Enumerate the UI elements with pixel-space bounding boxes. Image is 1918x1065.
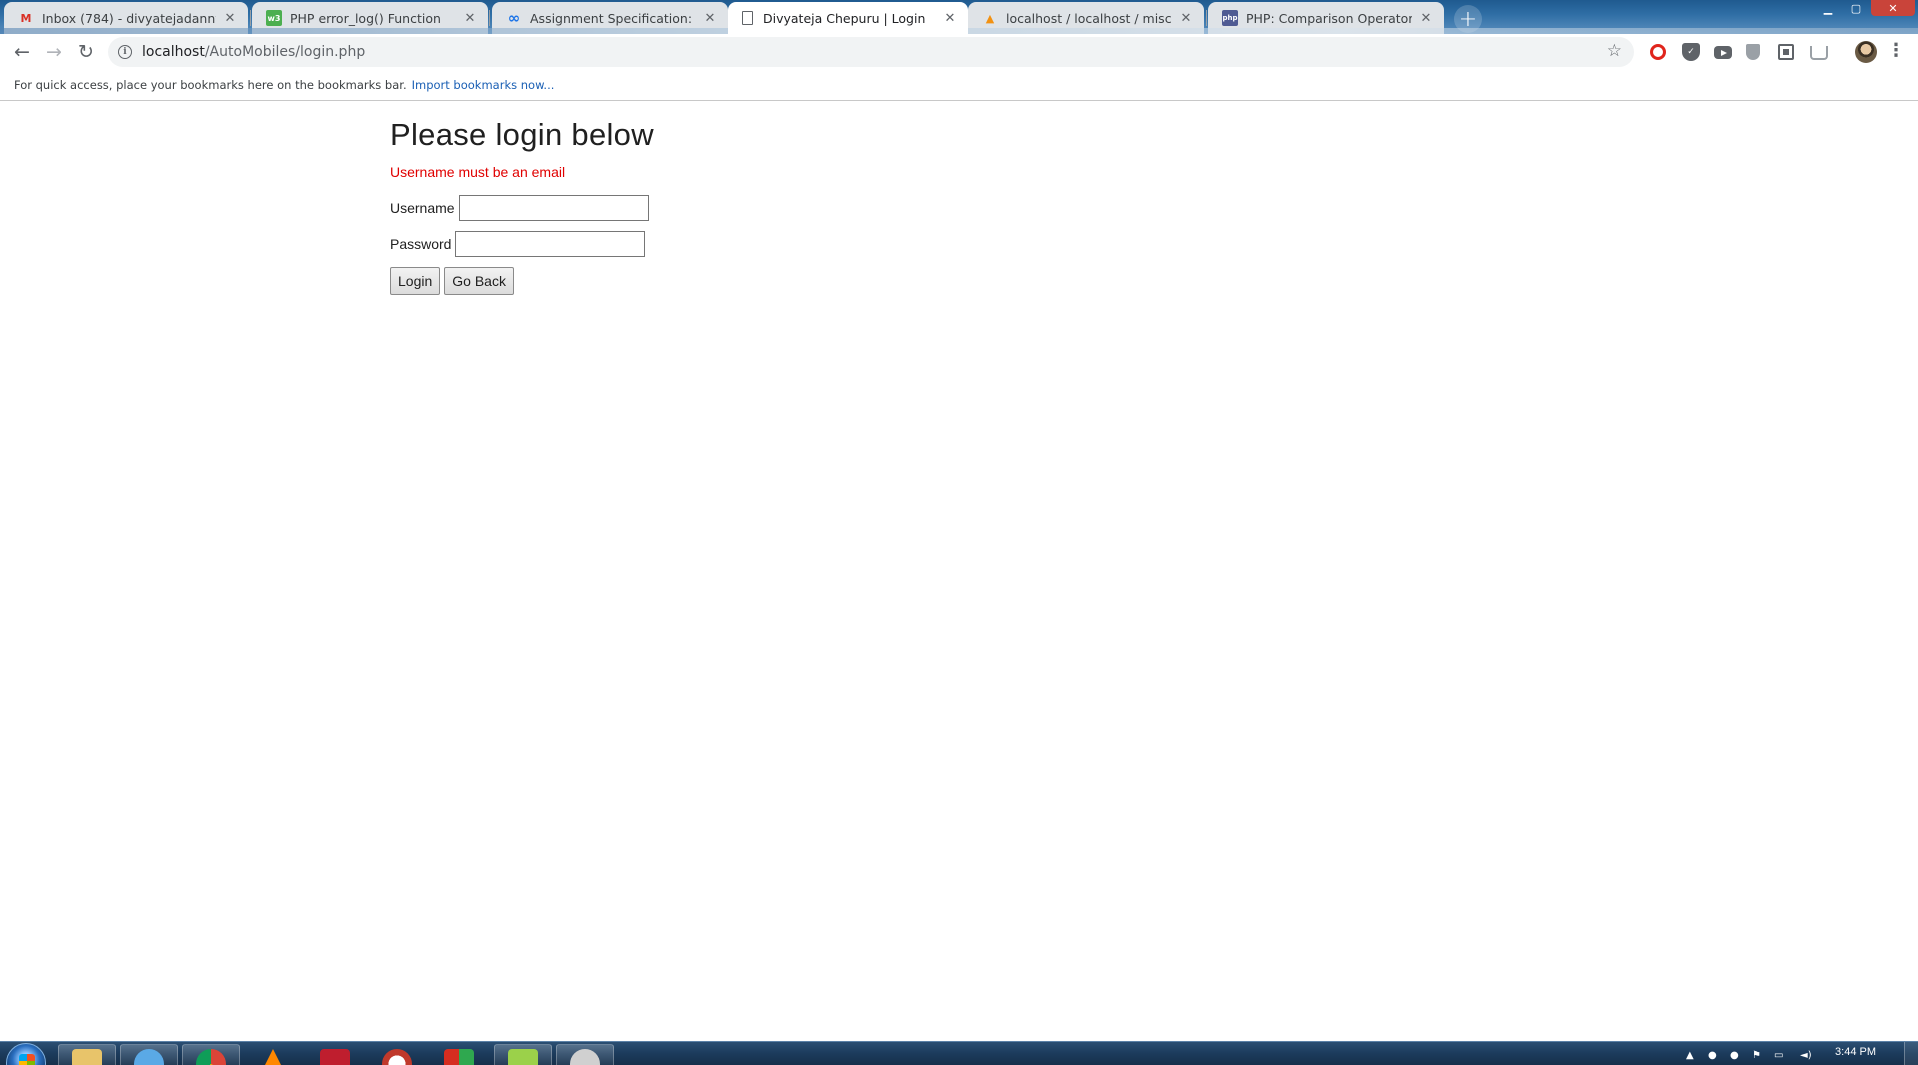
file-explorer-icon [72, 1049, 102, 1065]
xampp-icon [382, 1049, 412, 1065]
tray-app-icon[interactable]: ● [1708, 1050, 1717, 1062]
tab-close-icon[interactable]: ✕ [462, 11, 478, 26]
tab-title: Divyateja Chepuru | Login [763, 10, 926, 26]
taskbar-app[interactable] [120, 1044, 178, 1065]
tab-close-icon[interactable]: ✕ [222, 11, 238, 26]
winrar-icon [444, 1049, 474, 1065]
vlc-icon [258, 1049, 288, 1065]
tab-title: PHP: Comparison Operators - Ma [1246, 10, 1412, 26]
tab-php-error-log[interactable]: w3 PHP error_log() Function ✕ [252, 2, 488, 34]
taskbar-app[interactable] [306, 1044, 364, 1065]
password-input[interactable] [455, 231, 646, 257]
tab-title: localhost / localhost / misc / auto [1006, 10, 1172, 26]
url-path: /AutoMobiles/login.php [204, 44, 366, 60]
tab-close-icon[interactable]: ✕ [1418, 11, 1434, 26]
back-button[interactable]: ← [8, 38, 36, 66]
new-tab-button[interactable]: + [1454, 5, 1482, 33]
tab-gmail[interactable]: M Inbox (784) - divyatejadanny@gm ✕ [4, 2, 248, 34]
address-url[interactable]: localhost/AutoMobiles/login.php [142, 44, 365, 60]
shield-extension-icon[interactable] [1746, 44, 1760, 60]
taskbar-app[interactable] [556, 1044, 614, 1065]
tab-title: PHP error_log() Function [290, 10, 441, 26]
opera-extension-icon[interactable] [1650, 44, 1666, 60]
taskbar-app[interactable] [182, 1044, 240, 1065]
bookmark-star-icon[interactable]: ☆ [1607, 41, 1622, 61]
close-window-button[interactable]: ✕ [1871, 0, 1915, 16]
tab-separator [489, 10, 490, 26]
youtube-extension-icon[interactable] [1714, 46, 1732, 59]
form-buttons: Login Go Back [390, 267, 514, 295]
browser-toolbar: ← → ↻ i localhost/AutoMobiles/login.php … [0, 34, 1918, 70]
taskbar-clock[interactable]: 3:44 PM [1835, 1046, 1876, 1058]
username-label: Username [390, 200, 455, 216]
start-button[interactable] [6, 1043, 46, 1065]
phpmyadmin-icon: ▲ [985, 11, 995, 25]
tab-separator [250, 10, 251, 26]
tab-phpmyadmin[interactable]: ▲ localhost / localhost / misc / auto ✕ [968, 2, 1204, 34]
pocket-extension-icon[interactable]: ✓ [1682, 43, 1700, 61]
tab-php-comparison[interactable]: php PHP: Comparison Operators - Ma ✕ [1208, 2, 1444, 34]
taskbar-app[interactable] [244, 1044, 302, 1065]
tab-login-active[interactable]: Divyateja Chepuru | Login ✕ [728, 2, 968, 34]
password-row: Password [390, 231, 646, 257]
arrow-left-icon: ← [14, 41, 30, 63]
filezilla-icon [320, 1049, 350, 1065]
page-title: Please login below [390, 117, 654, 152]
page-content: Please login below Username must be an e… [0, 102, 1918, 1041]
tray-expand-icon[interactable]: ▲ [1686, 1050, 1694, 1062]
save-extension-icon[interactable] [1778, 44, 1794, 60]
w3schools-icon: w3 [266, 10, 282, 26]
login-button[interactable]: Login [390, 267, 441, 295]
action-center-flag-icon[interactable]: ⚑ [1752, 1050, 1761, 1062]
password-label: Password [390, 236, 452, 252]
username-row: Username [390, 195, 649, 221]
arrow-right-icon: → [46, 41, 62, 63]
chrome-icon [196, 1049, 226, 1065]
php-net-icon: php [1222, 10, 1238, 26]
coursera-link-icon: ∞ [507, 9, 521, 27]
taskbar-app[interactable] [58, 1044, 116, 1065]
site-info-icon[interactable]: i [118, 45, 132, 59]
minimize-button[interactable]: ▁ [1815, 0, 1841, 16]
maximize-button[interactable]: ▢ [1843, 0, 1869, 16]
reload-icon: ↻ [78, 41, 94, 63]
bookmarks-bar-message: For quick access, place your bookmarks h… [14, 78, 407, 92]
tab-assignment-spec[interactable]: ∞ Assignment Specification: Autos ✕ [492, 2, 728, 34]
browser-menu-icon[interactable]: ⋮ [1887, 42, 1905, 60]
profile-avatar[interactable] [1855, 41, 1877, 63]
reload-button[interactable]: ↻ [72, 38, 100, 66]
tab-title: Assignment Specification: Autos [530, 10, 696, 26]
show-desktop-button[interactable] [1904, 1042, 1918, 1065]
taskbar-app[interactable] [430, 1044, 488, 1065]
page-icon [742, 11, 753, 25]
import-bookmarks-link[interactable]: Import bookmarks now... [412, 78, 555, 92]
go-back-button[interactable]: Go Back [444, 267, 514, 295]
taskbar-app[interactable] [368, 1044, 426, 1065]
taskbar-app[interactable] [494, 1044, 552, 1065]
address-bar[interactable]: i localhost/AutoMobiles/login.php ☆ [108, 37, 1634, 67]
tab-separator [1206, 10, 1207, 26]
tab-title: Inbox (784) - divyatejadanny@gm [42, 10, 216, 26]
notepad-plus-plus-icon [508, 1049, 538, 1065]
inbox-tray-extension-icon[interactable] [1810, 46, 1828, 60]
error-message: Username must be an email [390, 164, 566, 180]
windows-taskbar: ▲ ● ● ⚑ ▭ ◄) 3:44 PM [0, 1041, 1918, 1065]
tab-close-icon[interactable]: ✕ [942, 11, 958, 26]
gmail-icon: M [20, 11, 32, 25]
tab-strip: M Inbox (784) - divyatejadanny@gm ✕ w3 P… [0, 0, 1918, 34]
network-icon[interactable]: ▭ [1774, 1050, 1783, 1062]
volume-icon[interactable]: ◄) [1800, 1050, 1812, 1062]
tab-close-icon[interactable]: ✕ [1178, 11, 1194, 26]
safari-icon [134, 1049, 164, 1065]
bookmarks-bar: For quick access, place your bookmarks h… [0, 70, 1918, 101]
forward-button[interactable]: → [40, 38, 68, 66]
url-host: localhost [142, 44, 205, 60]
username-input[interactable] [458, 195, 649, 221]
tab-close-icon[interactable]: ✕ [702, 11, 718, 26]
cmd-icon [570, 1049, 600, 1065]
tray-update-icon[interactable]: ● [1730, 1050, 1739, 1062]
